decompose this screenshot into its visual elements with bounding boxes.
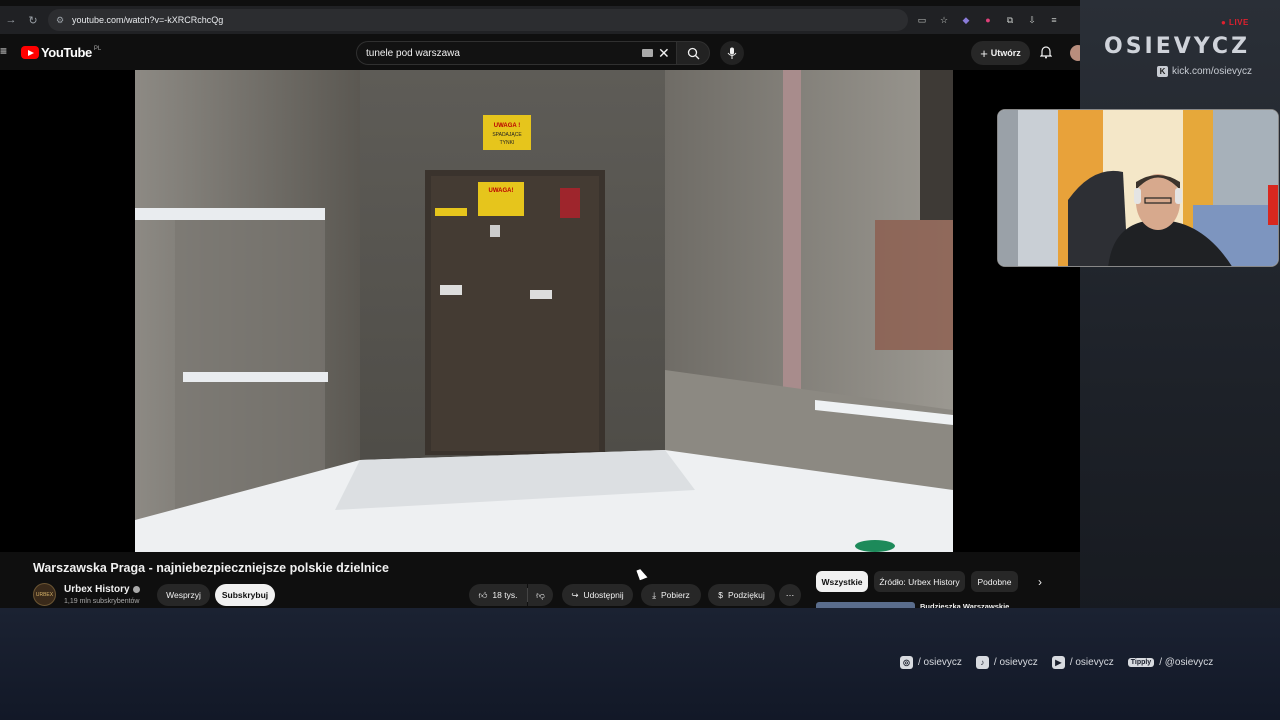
voice-search-button[interactable] xyxy=(720,41,744,65)
social-label: / osievycz xyxy=(1069,657,1114,668)
clear-search-icon[interactable]: ✕ xyxy=(658,45,670,62)
search-button[interactable] xyxy=(676,41,710,65)
chip-from-channel[interactable]: Źródło: Urbex History xyxy=(874,571,965,592)
region-label: PL xyxy=(93,45,102,52)
video-title: Warszawska Praga - najniebezpieczniejsze… xyxy=(33,561,389,575)
puzzle-icon[interactable]: ⧉ xyxy=(1004,14,1016,26)
more-actions-button[interactable]: ⋯ xyxy=(779,584,801,606)
video-frame[interactable]: UWAGA ! SPADAJĄCE TYNKI UWAGA! xyxy=(135,70,953,552)
kick-link: K kick.com/osievycz xyxy=(1157,66,1252,77)
svg-text:TYNKI: TYNKI xyxy=(500,140,515,146)
bookmark-star-icon[interactable]: ☆ xyxy=(938,14,950,26)
more-horizontal-icon: ⋯ xyxy=(785,589,795,600)
share-label: Udostępnij xyxy=(583,590,624,600)
social-tipply: Tipply / @osievycz xyxy=(1127,657,1214,668)
reload-icon[interactable]: ↻ xyxy=(22,9,44,31)
social-label: / osievycz xyxy=(993,657,1038,668)
svg-text:UWAGA!: UWAGA! xyxy=(489,188,514,194)
subscribe-label: Subskrybuj xyxy=(221,590,269,600)
download-icon: ⤓ xyxy=(652,589,656,600)
share-button[interactable]: ↪ Udostępnij xyxy=(562,584,633,606)
join-label: Wesprzyj xyxy=(166,590,201,600)
youtube-play-icon xyxy=(21,46,39,59)
menu-icon[interactable]: ≡ xyxy=(0,44,10,60)
thanks-label: Podziękuj xyxy=(727,590,765,600)
social-links: ◎ / osievycz ♪ / osievycz ▶ / osievycz T… xyxy=(900,656,1213,669)
chip-all[interactable]: Wszystkie xyxy=(816,571,868,592)
join-button[interactable]: Wesprzyj xyxy=(157,584,210,606)
svg-text:UWAGA !: UWAGA ! xyxy=(494,123,520,129)
search-input[interactable]: tunele pod warszawa ✕ xyxy=(356,41,676,65)
instagram-icon: ◎ xyxy=(900,656,913,669)
microphone-icon xyxy=(727,47,737,59)
streamer-logo: OSIEVYCZ xyxy=(1104,34,1251,59)
create-button[interactable]: + Utwórz xyxy=(971,41,1030,65)
channel-name: Urbex History xyxy=(64,584,130,595)
channel-avatar[interactable]: URBEX xyxy=(33,583,56,606)
chip-related[interactable]: Podobne xyxy=(971,571,1018,592)
thanks-button[interactable]: $ Podziękuj xyxy=(708,584,775,606)
extensions-bar: ▭ ☆ ◆ ● ⧉ ⇩ ≡ xyxy=(916,14,1060,26)
recommendation-thumbnail[interactable] xyxy=(816,602,915,608)
search-query: tunele pod warszawa xyxy=(366,47,460,59)
live-badge: ● LIVE xyxy=(1221,18,1249,27)
kick-url: kick.com/osievycz xyxy=(1172,66,1253,77)
site-info-icon[interactable]: ⚙ xyxy=(56,15,66,25)
social-tiktok: ♪ / osievycz xyxy=(975,656,1038,669)
extension-icon[interactable]: ◆ xyxy=(960,14,972,26)
video-player[interactable]: UWAGA ! SPADAJĄCE TYNKI UWAGA! xyxy=(0,70,1080,552)
chip-related-label: Podobne xyxy=(977,576,1012,587)
thanks-dollar-icon: $ xyxy=(718,590,723,600)
reading-list-icon[interactable]: ≡ xyxy=(1048,14,1060,26)
video-scene: UWAGA ! SPADAJĄCE TYNKI UWAGA! xyxy=(135,70,953,552)
browser-window: → ↻ ⚙ youtube.com/watch?v=-kXRCRchcQg ▭ … xyxy=(0,0,1080,608)
recommendation-title[interactable]: Budzieszka Warszawskie xyxy=(920,602,1009,608)
cast-icon[interactable]: ▭ xyxy=(916,14,928,26)
share-arrow-icon: ↪ xyxy=(571,589,579,600)
search-icon xyxy=(687,47,699,59)
social-label: / @osievycz xyxy=(1159,657,1214,668)
tiktok-icon: ♪ xyxy=(975,656,989,669)
tipply-icon: Tipply xyxy=(1127,658,1155,667)
mouse-cursor xyxy=(636,567,648,581)
youtube-logo[interactable]: YouTube PL xyxy=(21,45,101,60)
browser-toolbar: → ↻ ⚙ youtube.com/watch?v=-kXRCRchcQg ▭ … xyxy=(0,6,1080,34)
youtube-icon: ▶ xyxy=(1051,656,1065,669)
account-avatar[interactable] xyxy=(1070,45,1080,61)
subscribe-button[interactable]: Subskrybuj xyxy=(215,584,275,606)
extension-icon[interactable]: ● xyxy=(982,14,994,26)
verified-badge-icon xyxy=(132,585,140,593)
svg-text:SPADAJĄCE: SPADAJĄCE xyxy=(492,132,522,138)
webcam-feed xyxy=(997,109,1279,267)
youtube-wordmark: YouTube xyxy=(41,45,92,60)
social-youtube: ▶ / osievycz xyxy=(1051,656,1114,669)
social-instagram: ◎ / osievycz xyxy=(900,656,962,669)
plus-icon: + xyxy=(980,45,988,61)
kick-icon: K xyxy=(1157,66,1168,77)
subscriber-count: 1,19 mln subskrybentów xyxy=(64,598,140,605)
url-text: youtube.com/watch?v=-kXRCRchcQg xyxy=(72,15,224,25)
youtube-header: ≡ YouTube PL tunele pod warszawa ✕ + Utw… xyxy=(0,36,1080,70)
social-label: / osievycz xyxy=(918,657,962,668)
notifications-bell-icon[interactable] xyxy=(1039,45,1054,61)
channel-name-link[interactable]: Urbex History xyxy=(64,584,140,595)
download-label: Pobierz xyxy=(660,590,690,600)
channel-avatar-logo-text: URBEX xyxy=(35,591,54,598)
thumbs-up-icon: 👍︎ xyxy=(478,589,488,600)
like-count: 18 tys. xyxy=(492,590,518,600)
create-label: Utwórz xyxy=(990,48,1021,58)
address-bar[interactable]: ⚙ youtube.com/watch?v=-kXRCRchcQg xyxy=(48,9,908,31)
forward-icon[interactable]: → xyxy=(0,9,22,31)
chip-from-label: Źródło: Urbex History xyxy=(879,576,960,587)
chevron-right-icon[interactable]: › xyxy=(1032,574,1048,590)
thumbs-down-icon: 👎︎ xyxy=(536,589,545,600)
keyboard-icon[interactable] xyxy=(642,49,653,57)
download-icon[interactable]: ⇩ xyxy=(1026,14,1038,26)
like-button[interactable]: 👍︎ 18 tys. xyxy=(469,584,527,606)
dislike-button[interactable]: 👎︎ xyxy=(528,584,553,606)
download-button[interactable]: ⤓ Pobierz xyxy=(641,584,701,606)
chip-all-label: Wszystkie xyxy=(821,576,863,587)
